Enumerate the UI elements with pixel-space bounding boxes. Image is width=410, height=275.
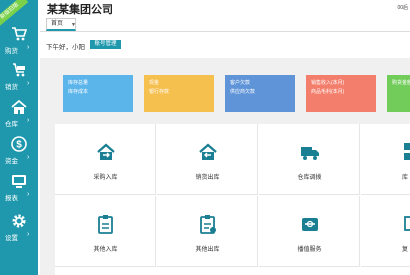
chevron-right-icon: ›	[27, 154, 30, 161]
stat-card-sales[interactable]: 销售收入(本月) 商品毛利(本月)	[306, 75, 376, 112]
sidebar-item-label: 报表	[5, 195, 18, 202]
copy-icon	[404, 216, 410, 231]
tab-label: 首页	[51, 21, 64, 27]
stat-label: 销售收入(本月)	[311, 80, 345, 86]
dollar-icon: $	[11, 136, 27, 152]
function-copy[interactable]: 复	[361, 196, 410, 267]
function-label: 复	[401, 247, 408, 253]
function-label: 库	[401, 175, 408, 181]
function-other-in[interactable]: 其他入库	[55, 196, 156, 267]
stat-card-purchase[interactable]: 购货金额(本月)	[387, 75, 410, 112]
function-purchase-in[interactable]: 采购入库	[55, 124, 156, 195]
stat-card-cash[interactable]: 现金 银行存款	[144, 75, 214, 112]
sidebar-item-label: 购货	[5, 48, 18, 55]
cart-out-icon	[13, 63, 25, 77]
function-label: 播值服务	[297, 247, 322, 253]
function-label: 其他出库	[195, 247, 220, 253]
greeting-text: 下午好，小阳	[46, 44, 85, 51]
stat-label: 银行存款	[149, 89, 170, 95]
chevron-right-icon: ›	[27, 231, 30, 238]
stat-label: 库存总量	[68, 80, 89, 86]
function-value-service[interactable]: 播值服务	[259, 196, 360, 267]
svg-text:$: $	[16, 140, 22, 151]
clipboard-in-icon	[98, 215, 113, 234]
stat-label: 供应商欠款	[230, 89, 256, 95]
sidebar-item-label: 销货	[5, 84, 18, 91]
stat-label: 现金	[149, 80, 160, 86]
chevron-right-icon: ›	[27, 44, 30, 51]
chevron-down-icon[interactable]: ▼	[71, 22, 76, 28]
function-other-out[interactable]: 其他出库	[157, 196, 258, 267]
clipboard-out-icon	[200, 215, 216, 234]
sidebar-item-label: 仓库	[5, 121, 18, 128]
grid-icon	[404, 143, 410, 160]
service-icon	[302, 218, 318, 231]
sidebar-item-sales[interactable]: 销货 ›	[0, 60, 38, 94]
account-manage-button[interactable]: 账号管理	[90, 40, 121, 49]
sidebar-item-funds[interactable]: $ 资金 ›	[0, 134, 38, 168]
function-label: 销货出库	[195, 175, 220, 181]
chevron-right-icon: ›	[27, 117, 30, 124]
user-menu[interactable]: 00后	[397, 4, 408, 11]
stat-card-debts[interactable]: 客户欠款 供应商欠款	[225, 75, 295, 112]
home-icon	[11, 99, 27, 114]
monitor-icon	[12, 175, 26, 188]
tab-divider	[40, 31, 410, 32]
company-title: 某某集团公司	[47, 4, 113, 16]
sidebar-item-settings[interactable]: 设置 ›	[0, 211, 38, 245]
stat-label: 客户欠款	[230, 80, 251, 86]
function-label: 其他入库	[93, 247, 118, 253]
stat-label: 购货金额(本月)	[392, 80, 410, 86]
function-label: 仓库调拨	[297, 175, 322, 181]
purchase-in-icon	[97, 143, 115, 160]
sidebar-item-reports[interactable]: 报表 ›	[0, 171, 38, 205]
function-inventory[interactable]: 库	[361, 124, 410, 195]
sidebar-item-label: 设置	[5, 235, 18, 242]
chevron-right-icon: ›	[27, 80, 30, 87]
function-sales-out[interactable]: 销货出库	[157, 124, 258, 195]
function-grid: 采购入库 销货出库 仓库调拨 库 其他入库 其他出库 播值服务 复	[55, 124, 410, 275]
gear-icon	[12, 214, 26, 228]
chevron-right-icon: ›	[27, 191, 30, 198]
truck-icon	[301, 147, 319, 160]
sidebar-item-label: 资金	[5, 158, 18, 165]
stat-label: 库存成本	[68, 89, 89, 95]
sidebar: 新版旧版 购货 › 销货 › 仓库 › $ 资金 › 报表 › 设置 ›	[0, 0, 38, 275]
function-label: 采购入库	[93, 175, 118, 181]
function-transfer[interactable]: 仓库调拨	[259, 124, 360, 195]
sidebar-item-purchase[interactable]: 购货 ›	[0, 24, 38, 58]
stat-label: 商品毛利(本月)	[311, 89, 345, 95]
sales-out-icon	[199, 143, 217, 160]
sidebar-item-warehouse[interactable]: 仓库 ›	[0, 97, 38, 131]
cart-icon	[12, 27, 27, 41]
stat-card-inventory[interactable]: 库存总量 库存成本	[63, 75, 133, 112]
